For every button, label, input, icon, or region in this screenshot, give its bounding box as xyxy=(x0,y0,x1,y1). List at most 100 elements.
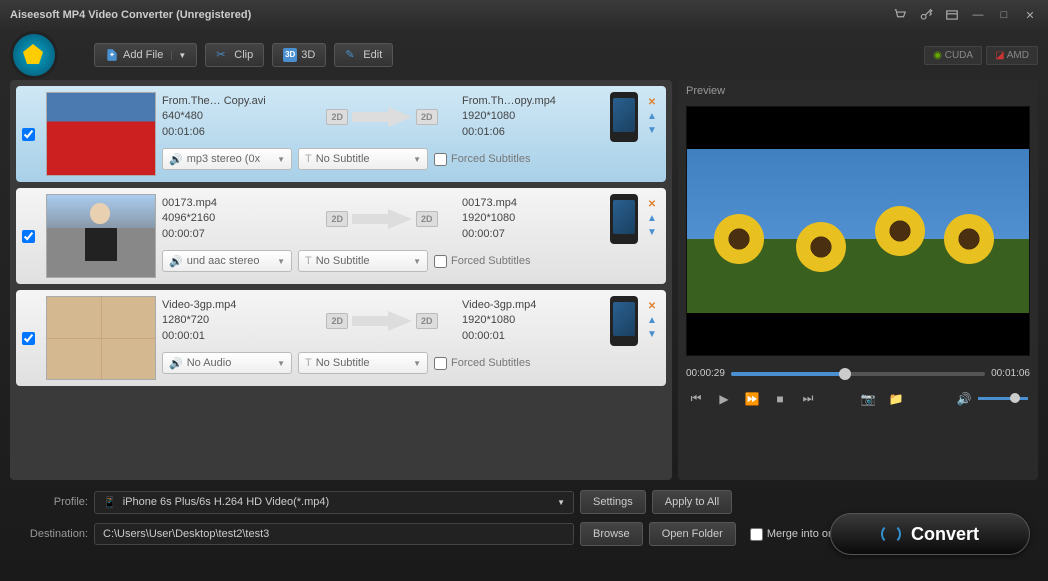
destination-info: From.Th…opy.mp4 1920*1080 00:01:06 xyxy=(462,94,602,140)
maximize-icon[interactable]: □ xyxy=(996,7,1012,23)
arrow-icon xyxy=(352,311,412,331)
remove-icon[interactable]: ✕ xyxy=(646,97,658,109)
forced-subtitles-checkbox[interactable]: Forced Subtitles xyxy=(434,255,530,268)
edit-icon: ✎ xyxy=(345,48,359,62)
preview-panel: Preview 00:00:29 00:01:06 ⏮ ▶ ⏩ ■ ⏭ 📷 📁 xyxy=(678,80,1038,480)
scissors-icon: ✂ xyxy=(216,48,230,62)
folder-icon[interactable]: 📁 xyxy=(888,392,904,406)
remove-icon[interactable]: ✕ xyxy=(646,301,658,313)
clip-button[interactable]: ✂ Clip xyxy=(205,43,264,67)
conversion-arrow: 2D 2D xyxy=(310,209,454,229)
subtitle-select[interactable]: T No Subtitle▼ xyxy=(298,148,428,170)
add-file-icon xyxy=(105,48,119,62)
audio-select[interactable]: 🔊 No Audio▼ xyxy=(162,352,292,374)
convert-button[interactable]: Convert xyxy=(830,513,1030,555)
current-time: 00:00:29 xyxy=(686,368,725,379)
move-up-icon[interactable]: ▲ xyxy=(646,213,658,225)
file-item[interactable]: From.The… Copy.avi 640*480 00:01:06 2D 2… xyxy=(16,86,666,182)
file-item[interactable]: 00173.mp4 4096*2160 00:00:07 2D 2D 00173… xyxy=(16,188,666,284)
minimize-icon[interactable]: — xyxy=(970,7,986,23)
destination-info: 00173.mp4 1920*1080 00:00:07 xyxy=(462,196,602,242)
subtitle-icon: T xyxy=(305,255,312,267)
3d-button[interactable]: 3D 3D xyxy=(272,43,326,67)
source-info: From.The… Copy.avi 640*480 00:01:06 xyxy=(162,94,302,140)
destination-input[interactable]: C:\Users\User\Desktop\test2\test3 xyxy=(94,523,574,545)
play-icon[interactable]: ▶ xyxy=(716,392,732,406)
2d-badge-left: 2D xyxy=(326,313,348,329)
preview-video[interactable] xyxy=(686,106,1030,356)
titlebar: Aiseesoft MP4 Video Converter (Unregiste… xyxy=(0,0,1048,30)
phone-icon: 📱 xyxy=(103,496,117,509)
device-icon xyxy=(610,296,638,346)
chevron-down-icon[interactable]: ▼ xyxy=(171,51,186,60)
destination-info: Video-3gp.mp4 1920*1080 00:00:01 xyxy=(462,298,602,344)
arrow-icon xyxy=(352,209,412,229)
file-thumbnail xyxy=(46,92,156,176)
amd-badge: ◪ AMD xyxy=(986,46,1038,65)
key-icon[interactable] xyxy=(918,7,934,23)
preview-label: Preview xyxy=(678,80,1038,102)
total-time: 00:01:06 xyxy=(991,368,1030,379)
device-icon xyxy=(610,194,638,244)
source-info: Video-3gp.mp4 1280*720 00:00:01 xyxy=(162,298,302,344)
file-list: From.The… Copy.avi 640*480 00:01:06 2D 2… xyxy=(10,80,672,480)
subtitle-select[interactable]: T No Subtitle▼ xyxy=(298,352,428,374)
menu-icon[interactable] xyxy=(944,7,960,23)
file-checkbox[interactable] xyxy=(22,230,35,243)
refresh-icon xyxy=(881,524,901,544)
move-up-icon[interactable]: ▲ xyxy=(646,315,658,327)
file-checkbox[interactable] xyxy=(22,128,35,141)
source-info: 00173.mp4 4096*2160 00:00:07 xyxy=(162,196,302,242)
edit-label: Edit xyxy=(363,49,382,61)
snapshot-icon[interactable]: 📷 xyxy=(860,392,876,406)
device-icon xyxy=(610,92,638,142)
arrow-icon xyxy=(352,107,412,127)
subtitle-icon: T xyxy=(305,153,312,165)
cart-icon[interactable] xyxy=(892,7,908,23)
stop-icon[interactable]: ■ xyxy=(772,392,788,406)
browse-button[interactable]: Browse xyxy=(580,522,643,546)
volume-slider[interactable] xyxy=(978,397,1028,400)
skip-back-icon[interactable]: ⏮ xyxy=(688,391,704,406)
move-down-icon[interactable]: ▼ xyxy=(646,125,658,137)
audio-select[interactable]: 🔊 und aac stereo▼ xyxy=(162,250,292,272)
edit-button[interactable]: ✎ Edit xyxy=(334,43,393,67)
3d-label: 3D xyxy=(301,49,315,61)
open-folder-button[interactable]: Open Folder xyxy=(649,522,736,546)
forced-subtitles-checkbox[interactable]: Forced Subtitles xyxy=(434,357,530,370)
subtitle-icon: T xyxy=(305,357,312,369)
seek-slider[interactable] xyxy=(731,372,985,376)
fast-forward-icon[interactable]: ⏩ xyxy=(744,392,760,406)
file-checkbox[interactable] xyxy=(22,332,35,345)
settings-button[interactable]: Settings xyxy=(580,490,646,514)
window-title: Aiseesoft MP4 Video Converter (Unregiste… xyxy=(10,9,892,21)
2d-badge-left: 2D xyxy=(326,211,348,227)
move-down-icon[interactable]: ▼ xyxy=(646,329,658,341)
file-thumbnail xyxy=(46,194,156,278)
file-item[interactable]: Video-3gp.mp4 1280*720 00:00:01 2D 2D Vi… xyxy=(16,290,666,386)
audio-select[interactable]: 🔊 mp3 stereo (0x▼ xyxy=(162,148,292,170)
volume-icon[interactable]: 🔊 xyxy=(956,392,972,406)
close-icon[interactable]: ✕ xyxy=(1022,7,1038,23)
playback-bar: 00:00:29 00:01:06 xyxy=(678,360,1038,387)
apply-to-all-button[interactable]: Apply to All xyxy=(652,490,732,514)
2d-badge-right: 2D xyxy=(416,109,438,125)
destination-label: Destination: xyxy=(10,528,88,540)
remove-icon[interactable]: ✕ xyxy=(646,199,658,211)
move-down-icon[interactable]: ▼ xyxy=(646,227,658,239)
speaker-icon: 🔊 xyxy=(169,153,183,166)
profile-select[interactable]: 📱 iPhone 6s Plus/6s H.264 HD Video(*.mp4… xyxy=(94,491,574,514)
add-file-button[interactable]: Add File ▼ xyxy=(94,43,197,67)
subtitle-select[interactable]: T No Subtitle▼ xyxy=(298,250,428,272)
toolbar: Add File ▼ ✂ Clip 3D 3D ✎ Edit ◉ CUDA ◪ … xyxy=(0,30,1048,80)
clip-label: Clip xyxy=(234,49,253,61)
forced-subtitles-checkbox[interactable]: Forced Subtitles xyxy=(434,153,530,166)
skip-forward-icon[interactable]: ⏭ xyxy=(800,391,816,406)
2d-badge-right: 2D xyxy=(416,211,438,227)
3d-icon: 3D xyxy=(283,48,297,62)
file-thumbnail xyxy=(46,296,156,380)
speaker-icon: 🔊 xyxy=(169,255,183,268)
title-buttons: — □ ✕ xyxy=(892,7,1038,23)
profile-label: Profile: xyxy=(10,496,88,508)
move-up-icon[interactable]: ▲ xyxy=(646,111,658,123)
